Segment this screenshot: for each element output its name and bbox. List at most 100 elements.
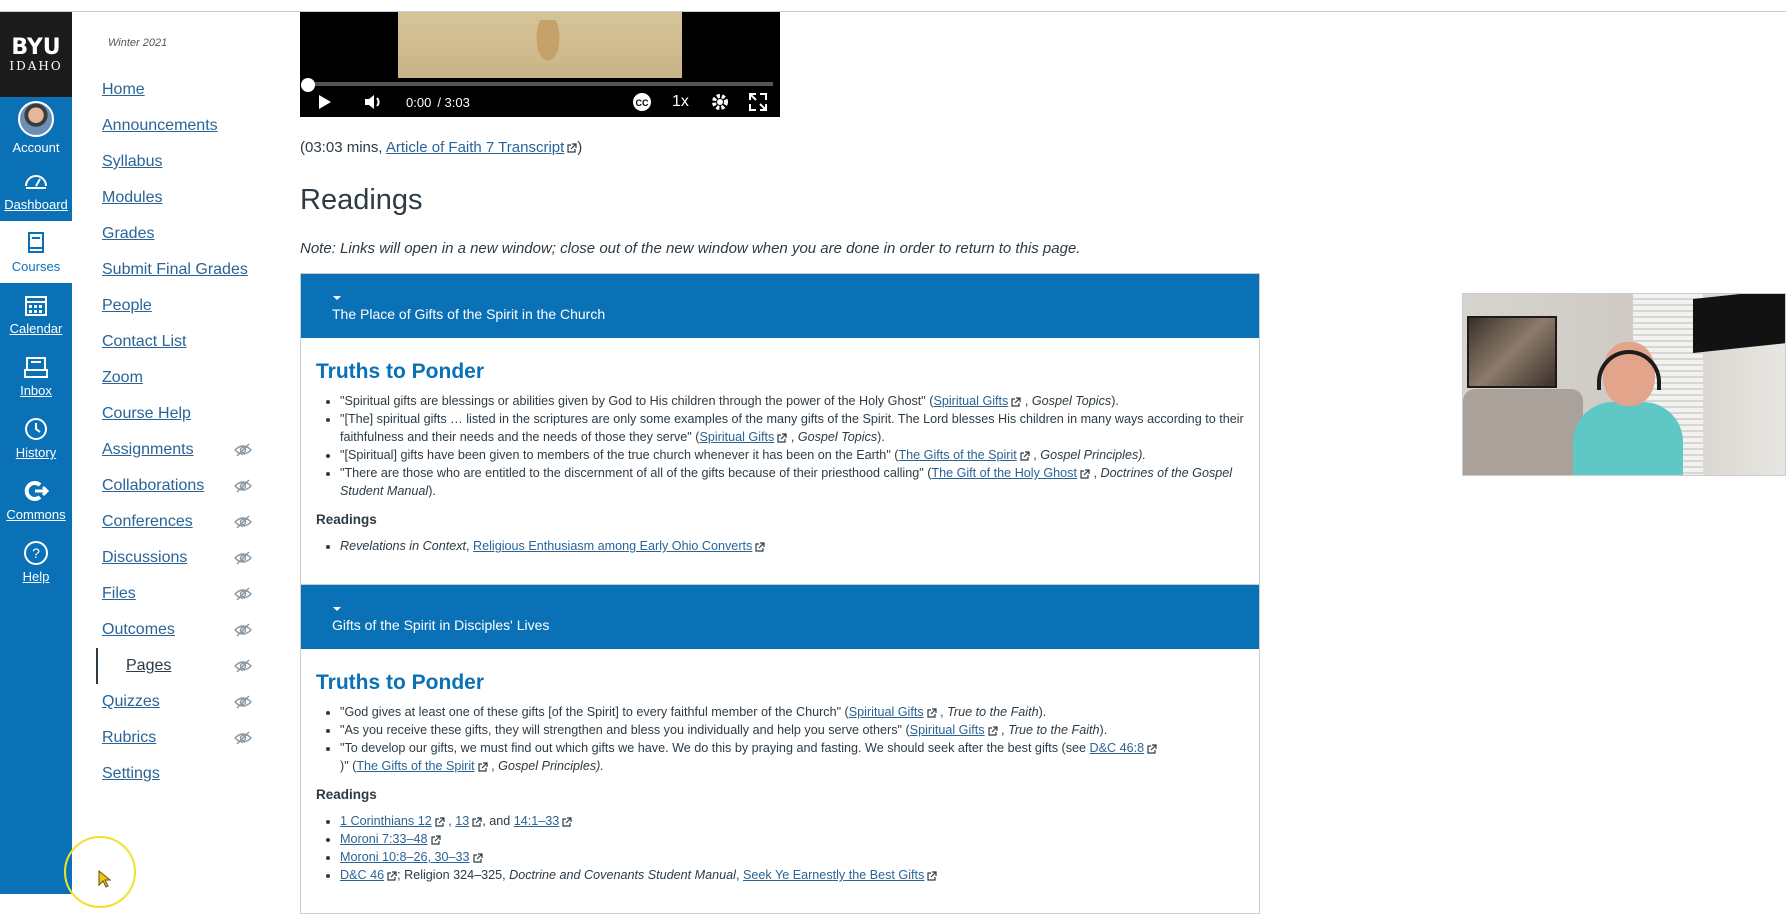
source-link[interactable]: Spiritual Gifts [933, 394, 1008, 408]
course-nav-item-course-help[interactable]: Course Help [72, 396, 272, 432]
settings-button[interactable] [710, 90, 730, 114]
course-nav-item-conferences[interactable]: Conferences [72, 504, 272, 540]
course-nav-item-assignments[interactable]: Assignments [72, 432, 272, 468]
course-nav-link[interactable]: Modules [102, 189, 162, 207]
course-nav-link[interactable]: Collaborations [102, 477, 204, 495]
course-nav-item-submit-final-grades[interactable]: Submit Final Grades [72, 252, 272, 288]
commons-icon [24, 481, 49, 501]
video-progress-bar[interactable] [308, 82, 773, 86]
course-nav-link[interactable]: Discussions [102, 549, 187, 567]
course-nav-link[interactable]: Syllabus [102, 153, 162, 171]
playback-speed-button[interactable]: 1x [672, 90, 689, 114]
scripture-link[interactable]: Moroni 10:8–26, 30–33 [340, 850, 470, 864]
course-nav-link[interactable]: Settings [102, 765, 160, 783]
duration-suffix: ) [577, 139, 583, 156]
course-nav-link[interactable]: Course Help [102, 405, 191, 423]
list-item: "[Spiritual] gifts have been given to me… [340, 446, 1244, 464]
reading-source: Revelations in Context [340, 539, 467, 553]
global-nav-label: Account [12, 140, 60, 155]
list-item: "[The] spiritual gifts … listed in the s… [340, 410, 1244, 446]
course-nav-item-files[interactable]: Files [72, 576, 272, 612]
accordion-panel: The Place of Gifts of the Spirit in the … [300, 273, 1260, 586]
video-scrubber-handle[interactable] [301, 78, 315, 92]
source-link[interactable]: Spiritual Gifts [849, 705, 924, 719]
course-nav-link[interactable]: People [102, 297, 152, 315]
scripture-link[interactable]: Moroni 7:33–48 [340, 832, 428, 846]
course-nav-item-home[interactable]: Home [72, 72, 272, 108]
course-nav-item-quizzes[interactable]: Quizzes [72, 684, 272, 720]
accordion-header[interactable]: Gifts of the Spirit in Disciples' Lives [301, 585, 1259, 649]
global-nav-label: Calendar [9, 321, 63, 336]
course-nav-item-announcements[interactable]: Announcements [72, 108, 272, 144]
course-nav-link[interactable]: Assignments [102, 441, 194, 459]
captions-button[interactable]: CC [632, 90, 652, 114]
reading-link[interactable]: Religious Enthusiasm among Early Ohio Co… [473, 539, 752, 553]
quote-text: "Spiritual gifts are blessings or abilit… [340, 394, 934, 408]
wall-painting [1467, 316, 1557, 388]
course-nav-item-people[interactable]: People [72, 288, 272, 324]
readings-subheading: Readings [316, 512, 377, 527]
course-nav-link[interactable]: Submit Final Grades [102, 261, 248, 279]
global-nav-label: Courses [11, 259, 61, 274]
course-navigation: Winter 2021 Home Announcements Syllabus Mod… [72, 12, 272, 894]
fullscreen-button[interactable] [748, 90, 768, 114]
global-nav-account[interactable]: Account [0, 97, 72, 159]
global-nav-help[interactable]: ? Help [0, 531, 72, 593]
course-nav-link[interactable]: Files [102, 585, 136, 603]
scripture-link[interactable]: D&C 46 [340, 868, 384, 882]
scripture-link[interactable]: D&C 46:8 [1090, 741, 1145, 755]
course-nav-link[interactable]: Pages [126, 657, 171, 675]
global-nav-calendar[interactable]: Calendar [0, 283, 72, 345]
scripture-link[interactable]: 14:1–33 [514, 814, 560, 828]
source-link[interactable]: The Gifts of the Spirit [356, 759, 474, 773]
scripture-link[interactable]: 13 [455, 814, 469, 828]
scripture-link[interactable]: 1 Corinthians 12 [340, 814, 432, 828]
caret-down-icon [333, 296, 341, 300]
volume-button[interactable] [363, 90, 383, 114]
source-link[interactable]: The Gifts of the Spirit [898, 448, 1016, 462]
playback-speed: 1x [672, 93, 689, 110]
course-nav-item-collaborations[interactable]: Collaborations [72, 468, 272, 504]
course-nav-link[interactable]: Outcomes [102, 621, 175, 639]
course-nav-link[interactable]: Rubrics [102, 729, 156, 747]
reading-link[interactable]: Seek Ye Earnestly the Best Gifts [743, 868, 924, 882]
external-link-icon [1011, 397, 1021, 407]
course-nav-link[interactable]: Conferences [102, 513, 193, 531]
course-nav-link[interactable]: Grades [102, 225, 154, 243]
global-nav-courses[interactable]: Courses [0, 221, 72, 283]
source-link[interactable]: Spiritual Gifts [910, 723, 985, 737]
reading-text: ; Religion 324–325, [397, 868, 510, 882]
course-nav-link[interactable]: Home [102, 81, 145, 99]
video-player[interactable]: 0:00 / 3:03 CC 1x [300, 12, 780, 117]
global-nav-inbox[interactable]: Inbox [0, 345, 72, 407]
readings-subheading: Readings [316, 787, 377, 802]
course-nav-item-rubrics[interactable]: Rubrics [72, 720, 272, 756]
accordion-header[interactable]: The Place of Gifts of the Spirit in the … [301, 274, 1259, 338]
source-link[interactable]: The Gift of the Holy Ghost [931, 466, 1077, 480]
global-nav-history[interactable]: History [0, 407, 72, 469]
course-nav-item-discussions[interactable]: Discussions [72, 540, 272, 576]
course-nav-link[interactable]: Announcements [102, 117, 218, 135]
course-nav-link[interactable]: Contact List [102, 333, 186, 351]
course-nav-item-outcomes[interactable]: Outcomes [72, 612, 272, 648]
global-nav-commons[interactable]: Commons [0, 469, 72, 531]
course-nav-item-grades[interactable]: Grades [72, 216, 272, 252]
courses-icon [28, 232, 44, 253]
course-nav-item-syllabus[interactable]: Syllabus [72, 144, 272, 180]
course-nav-item-modules[interactable]: Modules [72, 180, 272, 216]
source-title: True to the Faith [947, 705, 1039, 719]
course-nav-link[interactable]: Quizzes [102, 693, 160, 711]
global-nav-dashboard[interactable]: Dashboard [0, 159, 72, 221]
external-link-icon [435, 817, 445, 827]
source-link[interactable]: Spiritual Gifts [699, 430, 774, 444]
course-nav-item-zoom[interactable]: Zoom [72, 360, 272, 396]
course-nav-link[interactable]: Zoom [102, 369, 143, 387]
play-button[interactable] [314, 90, 334, 114]
webcam-overlay [1462, 293, 1786, 476]
hidden-eye-icon [234, 623, 252, 637]
byu-idaho-logo[interactable]: BYU IDAHO [0, 12, 72, 97]
course-nav-item-settings[interactable]: Settings [72, 756, 272, 792]
course-nav-item-contact-list[interactable]: Contact List [72, 324, 272, 360]
course-nav-item-pages[interactable]: Pages [96, 648, 272, 684]
transcript-link[interactable]: Article of Faith 7 Transcript [386, 139, 564, 156]
